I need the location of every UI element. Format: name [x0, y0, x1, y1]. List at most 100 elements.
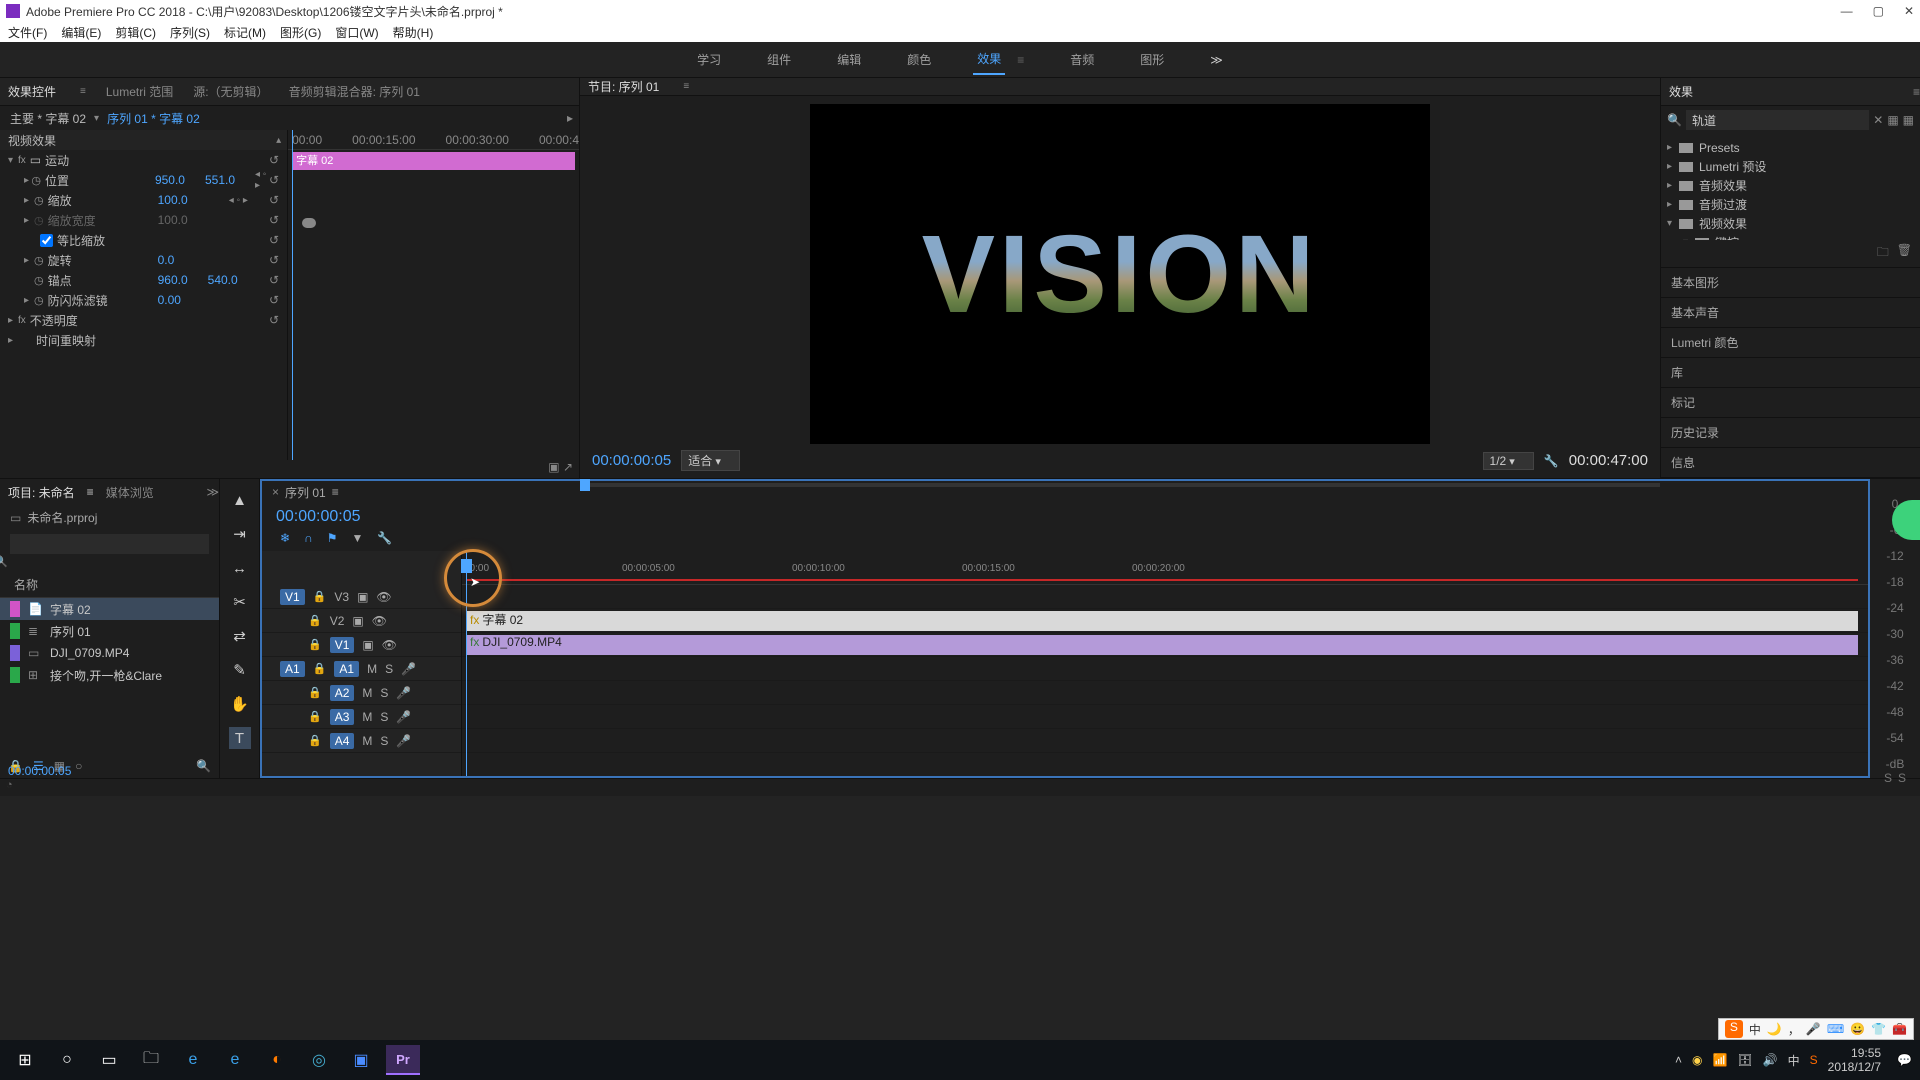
- breadcrumb-master[interactable]: 主要 * 字幕 02: [10, 110, 86, 127]
- menu-file[interactable]: 文件(F): [8, 24, 47, 41]
- scale-value[interactable]: 100.0: [158, 193, 188, 207]
- marker-icon[interactable]: ▼: [351, 531, 363, 551]
- razor-tool[interactable]: ✂: [229, 591, 251, 613]
- tab-effects[interactable]: 效果: [1669, 83, 1693, 100]
- toggle-output-icon[interactable]: ▣: [357, 590, 368, 604]
- program-current-tc[interactable]: 00:00:00:05: [592, 452, 671, 469]
- flicker-value[interactable]: 0.00: [158, 293, 181, 307]
- clip-video[interactable]: fx DJI_0709.MP4: [466, 635, 1858, 655]
- workspace-effects-menu-icon[interactable]: ≡: [1013, 47, 1028, 73]
- chevron-down-icon[interactable]: ▾: [94, 113, 99, 124]
- edge-icon[interactable]: e: [218, 1045, 252, 1075]
- menu-window[interactable]: 窗口(W): [335, 24, 378, 41]
- wrench-icon[interactable]: 🔧: [377, 531, 392, 551]
- stopwatch-icon[interactable]: ◷: [34, 254, 44, 267]
- ime-toolbar[interactable]: S 中 🌙 ， 🎤 ⌨ 😀 👕 🧰: [1718, 1018, 1914, 1040]
- project-item[interactable]: ▭ DJI_0709.MP4: [0, 642, 219, 664]
- workspace-assembly[interactable]: 组件: [763, 45, 795, 74]
- timeline-track-v2[interactable]: fx 字幕 02: [462, 609, 1868, 633]
- start-button[interactable]: ⊞: [8, 1045, 42, 1075]
- lock-icon[interactable]: 🔒: [308, 710, 322, 723]
- collapsed-lumetri-color[interactable]: Lumetri 颜色: [1661, 328, 1920, 358]
- tab-audio-mixer[interactable]: 音频剪辑混合器: 序列 01: [289, 83, 420, 100]
- program-preview[interactable]: VISION: [810, 104, 1430, 444]
- collapsed-info[interactable]: 信息: [1661, 448, 1920, 478]
- motion-row[interactable]: ▾ fx ▭ 运动 ↺: [0, 150, 287, 170]
- scrub-handle[interactable]: [580, 479, 590, 491]
- stopwatch-icon[interactable]: ◷: [31, 174, 41, 187]
- timeline-content[interactable]: 00:00 00:00:05:00 00:00:10:00 00:00:15:0…: [462, 551, 1868, 776]
- target-track[interactable]: A2: [330, 685, 355, 701]
- timeline-track-a2[interactable]: [462, 681, 1868, 705]
- tab-project[interactable]: 项目: 未命名: [8, 484, 75, 501]
- tray-wifi-icon[interactable]: 📶: [1712, 1053, 1727, 1067]
- playback-res-select[interactable]: 1/2 ▾: [1483, 452, 1534, 470]
- target-track[interactable]: A1: [334, 661, 359, 677]
- timeline-track-v1[interactable]: fx DJI_0709.MP4: [462, 633, 1868, 657]
- ime-moon-icon[interactable]: 🌙: [1767, 1022, 1782, 1036]
- collapsed-history[interactable]: 历史记录: [1661, 418, 1920, 448]
- label-swatch[interactable]: [10, 601, 20, 617]
- menu-sequence[interactable]: 序列(S): [170, 24, 210, 41]
- eye-icon[interactable]: 👁: [372, 614, 387, 628]
- track-select-tool[interactable]: ⇥: [229, 523, 251, 545]
- tab-effect-controls[interactable]: 效果控件: [8, 83, 56, 100]
- task-view-icon[interactable]: ▭: [92, 1045, 126, 1075]
- panel-menu-icon[interactable]: ≡: [87, 485, 94, 499]
- timeline-tc[interactable]: 00:00:00:05: [276, 508, 361, 526]
- action-center-icon[interactable]: 💬: [1897, 1053, 1912, 1067]
- timeline-track-a3[interactable]: [462, 705, 1868, 729]
- premiere-taskbar-icon[interactable]: Pr: [386, 1045, 420, 1075]
- tree-item-presets[interactable]: ▸Presets: [1661, 138, 1920, 157]
- track-header-v2[interactable]: 🔒V2▣👁: [262, 609, 461, 633]
- wrench-icon[interactable]: 🔧: [1544, 454, 1559, 468]
- type-tool[interactable]: T: [229, 727, 251, 749]
- freeform-view-icon[interactable]: ○: [75, 759, 82, 773]
- ime-tshirt-icon[interactable]: 👕: [1871, 1022, 1886, 1036]
- twirl-icon[interactable]: ▾: [8, 155, 18, 166]
- stopwatch-icon[interactable]: ◷: [34, 274, 44, 287]
- timeline-ruler[interactable]: 00:00 00:00:05:00 00:00:10:00 00:00:15:0…: [462, 551, 1868, 585]
- ime-mic-icon[interactable]: 🎤: [1806, 1022, 1821, 1036]
- reset-icon[interactable]: ↺: [269, 153, 279, 167]
- filter-icon[interactable]: ▦: [1887, 113, 1898, 127]
- hand-tool[interactable]: ✋: [229, 693, 251, 715]
- eye-icon[interactable]: 👁: [376, 590, 391, 604]
- tray-sogou-icon[interactable]: S: [1810, 1053, 1818, 1067]
- overflow-icon[interactable]: ≫: [206, 485, 219, 499]
- panel-menu-icon[interactable]: ≡: [1913, 85, 1920, 99]
- add-marker-icon[interactable]: ⚑: [327, 531, 338, 551]
- selection-tool[interactable]: ▲: [229, 489, 251, 511]
- voice-over-icon[interactable]: 🎤: [396, 686, 411, 700]
- tray-ime-icon[interactable]: 中: [1788, 1052, 1800, 1069]
- target-track[interactable]: V1: [330, 637, 355, 653]
- source-patch[interactable]: A1: [280, 661, 305, 677]
- reset-icon[interactable]: ↺: [269, 273, 279, 287]
- overwrite-icon[interactable]: ▣ ↗: [548, 460, 573, 474]
- menu-help[interactable]: 帮助(H): [393, 24, 434, 41]
- position-x-value[interactable]: 950.0: [155, 173, 185, 187]
- timeline-tab[interactable]: 序列 01: [285, 484, 326, 501]
- ime-keyboard-icon[interactable]: ⌨: [1827, 1022, 1844, 1036]
- workspace-learn[interactable]: 学习: [693, 45, 725, 74]
- timeline-track-v3[interactable]: [462, 585, 1868, 609]
- target-track[interactable]: A3: [330, 709, 355, 725]
- tab-lumetri-scopes[interactable]: Lumetri 范围: [106, 83, 173, 100]
- position-y-value[interactable]: 551.0: [205, 173, 235, 187]
- scale-keyframe-handle[interactable]: [302, 218, 316, 228]
- project-item[interactable]: ≣ 序列 01: [0, 620, 219, 642]
- twirl-icon[interactable]: ▸: [24, 195, 34, 206]
- menu-graphics[interactable]: 图形(G): [280, 24, 321, 41]
- workspace-audio[interactable]: 音频: [1066, 45, 1098, 74]
- keyframe-nav[interactable]: ◂ ◦ ▸: [229, 195, 248, 206]
- ime-comma-icon[interactable]: ，: [1788, 1021, 1800, 1038]
- anchor-y-value[interactable]: 540.0: [208, 273, 238, 287]
- reset-icon[interactable]: ↺: [269, 193, 279, 207]
- project-item[interactable]: ⊞ 接个吻,开一枪&Clare: [0, 664, 219, 686]
- uniform-scale-checkbox[interactable]: [40, 234, 53, 247]
- slip-tool[interactable]: ⇄: [229, 625, 251, 647]
- toggle-output-icon[interactable]: ▣: [362, 638, 373, 652]
- pen-tool[interactable]: ✎: [229, 659, 251, 681]
- snap-icon[interactable]: ❄: [280, 531, 290, 551]
- timeline-playhead[interactable]: ➤: [466, 551, 467, 776]
